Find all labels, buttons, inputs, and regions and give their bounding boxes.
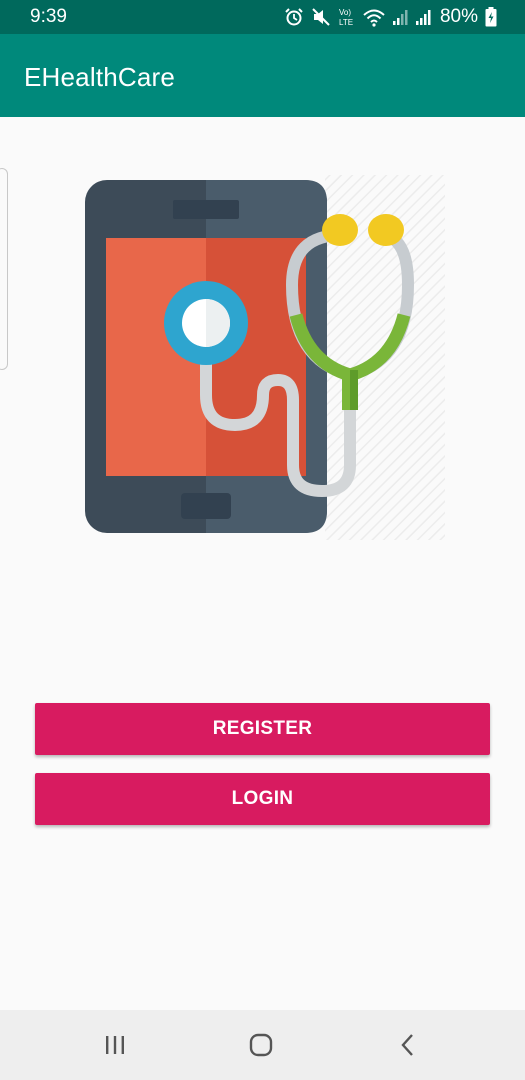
back-icon[interactable]: [388, 1028, 428, 1062]
navigation-bar: [0, 1010, 525, 1080]
app-bar: EHealthCare: [0, 34, 525, 117]
status-icons: Vo) LTE 80%: [284, 4, 497, 30]
signal-icon: [415, 8, 431, 26]
volte-icon: Vo) LTE: [338, 6, 356, 28]
alarm-icon: [284, 7, 304, 27]
register-button[interactable]: REGISTER: [35, 703, 490, 755]
battery-charging-icon: [485, 7, 497, 27]
mute-icon: [311, 7, 331, 27]
status-bar: 9:39 Vo) LTE 80%: [0, 0, 525, 34]
home-icon[interactable]: [241, 1028, 281, 1062]
svg-text:Vo): Vo): [339, 8, 351, 17]
battery-percent: 80%: [439, 6, 478, 27]
wifi-icon: [363, 7, 385, 27]
status-time: 9:39: [30, 6, 67, 27]
svg-text:LTE: LTE: [339, 18, 353, 27]
phone-stethoscope-illustration: [80, 175, 445, 540]
app-title: EHealthCare: [24, 62, 176, 92]
recents-icon[interactable]: [95, 1028, 135, 1062]
login-button[interactable]: LOGIN: [35, 773, 490, 825]
edge-panel-handle[interactable]: [0, 168, 8, 370]
signal-icon: [392, 8, 408, 26]
